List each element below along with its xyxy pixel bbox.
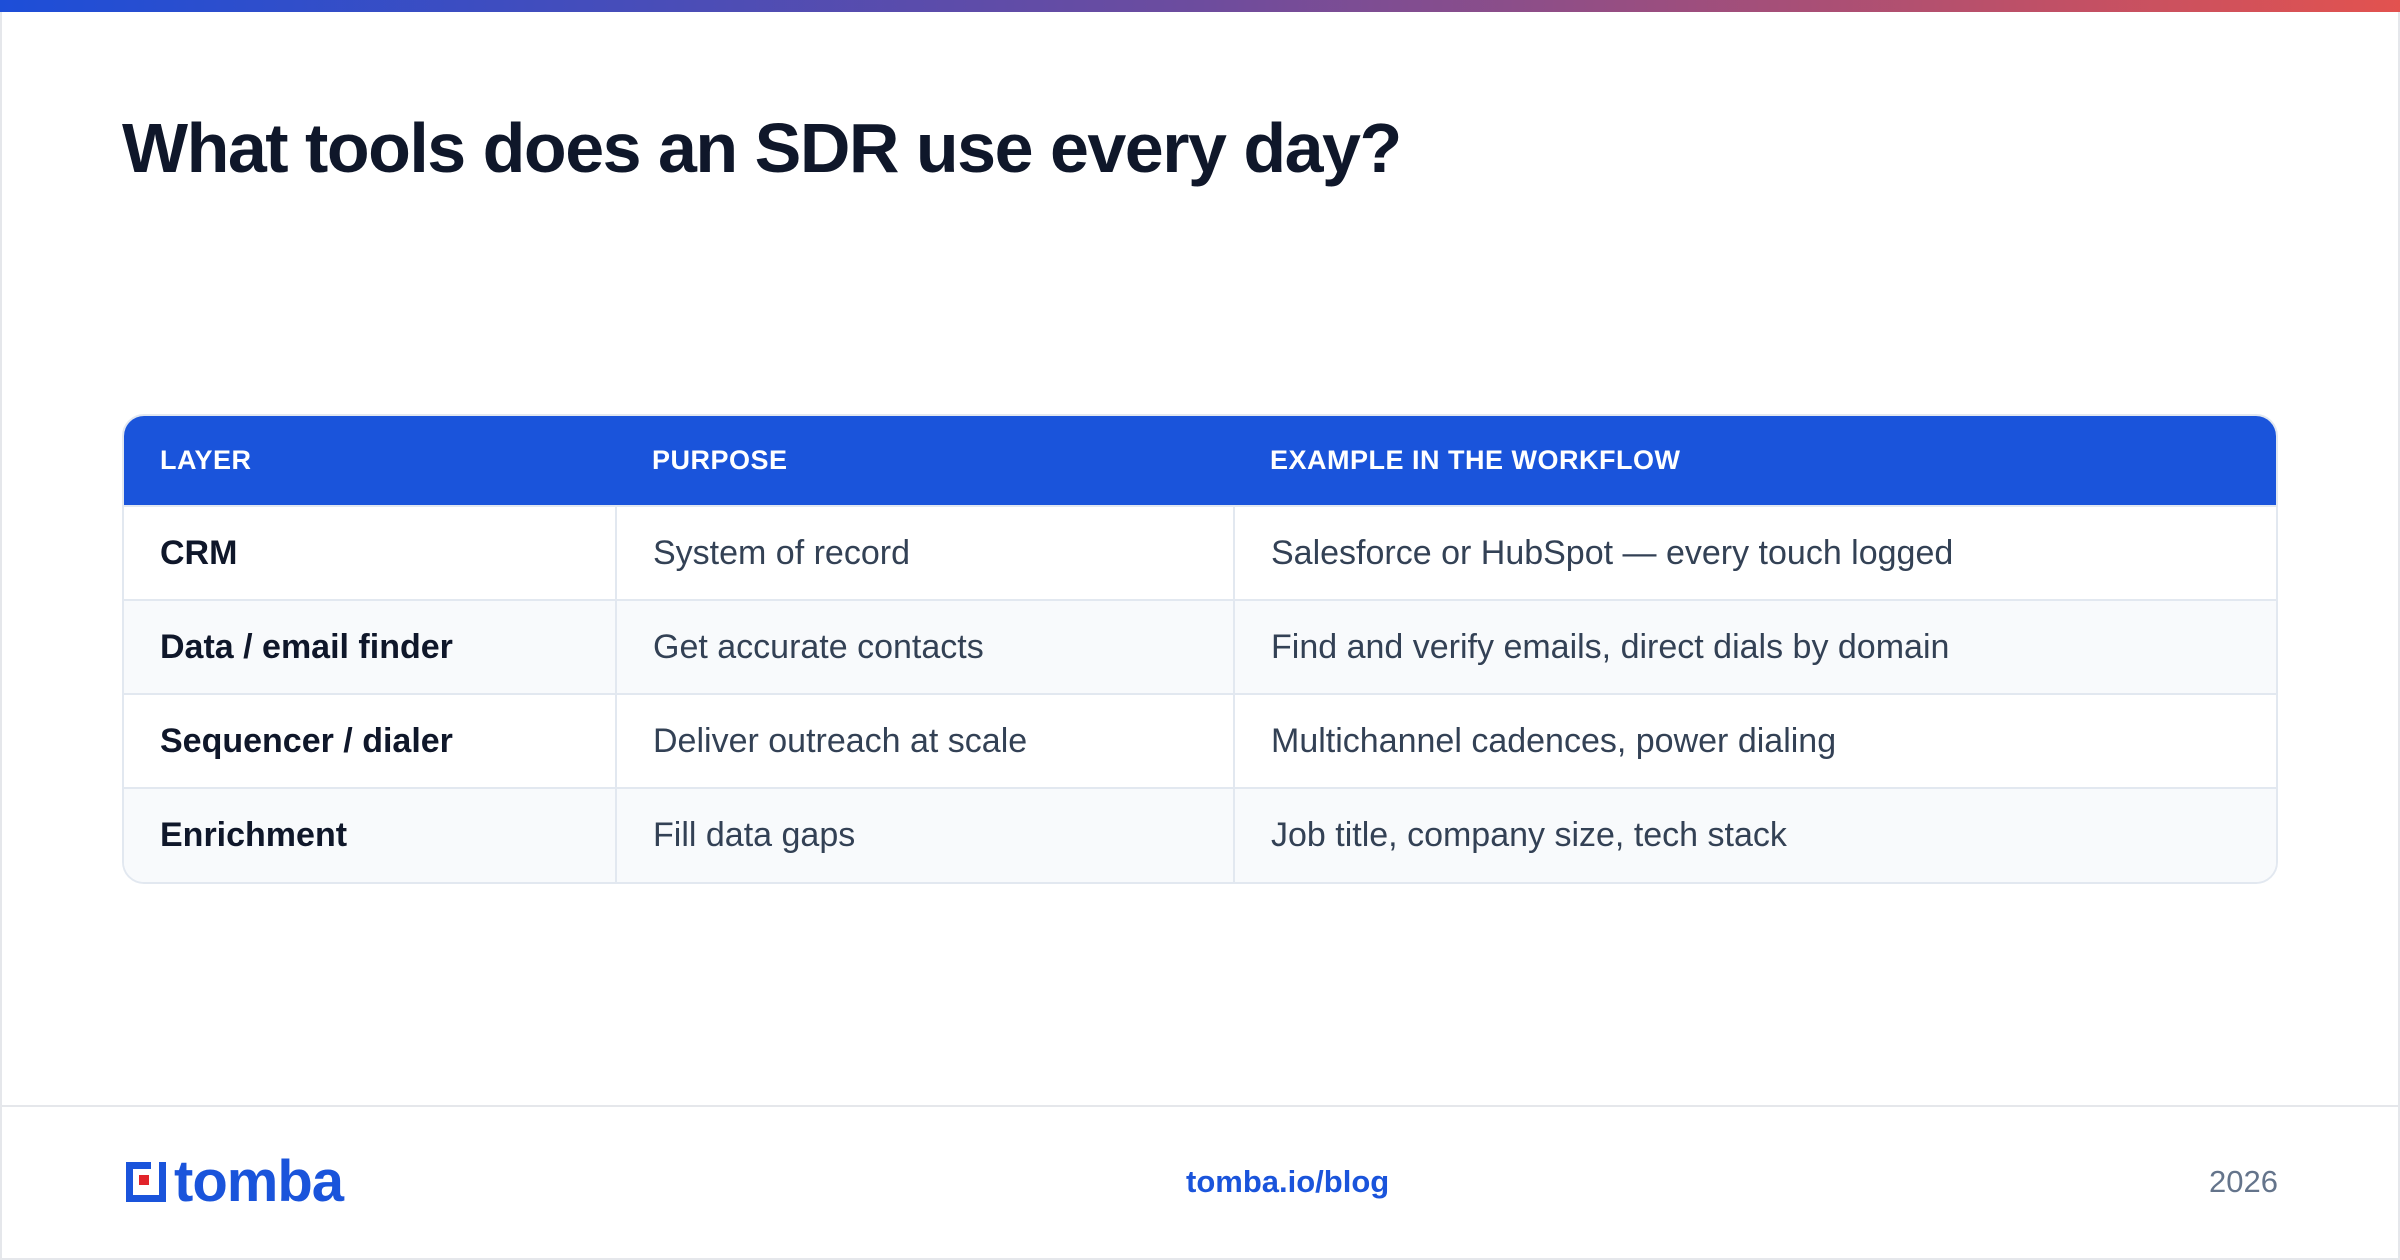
- purpose-cell: Deliver outreach at scale: [615, 693, 1234, 788]
- layer-cell: Enrichment: [124, 787, 616, 882]
- tomba-logo-icon: [126, 1162, 166, 1202]
- table-header-row: LAYER PURPOSE EXAMPLE IN THE WORKFLOW: [124, 416, 2276, 506]
- purpose-cell: Get accurate contacts: [615, 599, 1234, 694]
- table-row: Sequencer / dialer Deliver outreach at s…: [124, 693, 2276, 788]
- example-cell: Job title, company size, tech stack: [1233, 787, 2276, 882]
- column-header-example: EXAMPLE IN THE WORKFLOW: [1234, 416, 2276, 506]
- column-header-layer: LAYER: [124, 416, 616, 506]
- tools-table: LAYER PURPOSE EXAMPLE IN THE WORKFLOW CR…: [122, 414, 2278, 884]
- example-cell: Find and verify emails, direct dials by …: [1233, 599, 2276, 694]
- layer-cell: Sequencer / dialer: [124, 693, 616, 788]
- purpose-cell: Fill data gaps: [615, 787, 1234, 882]
- table-row: Data / email finder Get accurate contact…: [124, 599, 2276, 694]
- table-row: CRM System of record Salesforce or HubSp…: [124, 505, 2276, 600]
- purpose-cell: System of record: [615, 505, 1234, 600]
- layer-cell: Data / email finder: [124, 599, 616, 694]
- footer-divider: [0, 1105, 2400, 1107]
- column-header-purpose: PURPOSE: [616, 416, 1234, 506]
- logo-wordmark: tomba: [174, 1149, 344, 1214]
- example-cell: Multichannel cadences, power dialing: [1233, 693, 2276, 788]
- example-cell: Salesforce or HubSpot — every touch logg…: [1233, 505, 2276, 600]
- footer-year: 2026: [2209, 1164, 2278, 1199]
- layer-cell: CRM: [124, 505, 616, 600]
- tomba-logo: tomba: [122, 1149, 344, 1214]
- table-row: Enrichment Fill data gaps Job title, com…: [124, 787, 2276, 882]
- blog-link[interactable]: tomba.io/blog: [1186, 1164, 1389, 1200]
- top-gradient-bar: [0, 0, 2400, 12]
- page-title: What tools does an SDR use every day?: [122, 109, 1402, 187]
